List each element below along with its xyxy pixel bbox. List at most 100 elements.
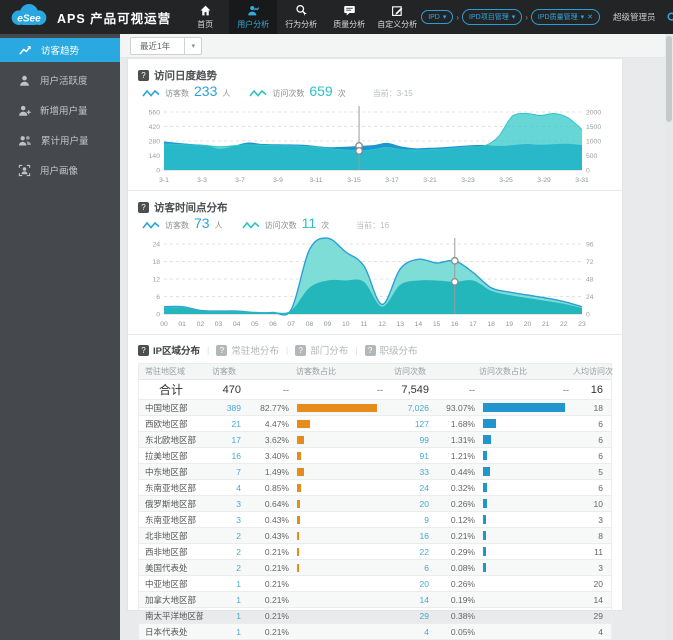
visitors-bar-cell <box>295 483 387 492</box>
scrollbar-thumb[interactable] <box>666 36 672 122</box>
breadcrumb: IPD ▾ › IPD项目管理 ▾ › IPD质量管理 ▾ ✕ <box>421 9 600 25</box>
visits-bar <box>483 563 486 572</box>
visitors-bar-cell <box>295 419 387 428</box>
sidebar-item-visitor-trend[interactable]: 访客趋势 <box>0 38 120 62</box>
visits-cell[interactable]: 14 <box>387 595 433 605</box>
visits-pct-cell: 0.38% <box>450 610 475 621</box>
sidebar-item-new-users[interactable]: 新增用户量 <box>0 98 120 122</box>
tab-4[interactable]: ? 职级分布 <box>364 343 418 357</box>
help-icon[interactable]: ? <box>364 344 376 356</box>
visits-label: 访问次数 <box>264 221 297 230</box>
visitors-cell[interactable]: 1 <box>203 579 245 589</box>
help-icon[interactable]: ? <box>216 344 228 356</box>
visitors-cell[interactable]: 7 <box>203 467 245 477</box>
visits-cell[interactable]: 9 <box>387 515 433 525</box>
chevron-down-icon: ▾ <box>442 14 447 21</box>
custom-analysis-icon <box>391 4 404 17</box>
total-cell: 7,549 <box>401 383 429 396</box>
visits-cell[interactable]: 16 <box>387 531 433 541</box>
breadcrumb-pill[interactable]: IPD质量管理 ▾ ✕ <box>530 9 600 25</box>
visitors-cell[interactable]: 4 <box>203 483 245 493</box>
svg-text:18: 18 <box>487 321 495 328</box>
visitors-cell[interactable]: 1 <box>203 595 245 605</box>
svg-text:3-3: 3-3 <box>197 177 207 184</box>
visits-cell[interactable]: 22 <box>387 547 433 557</box>
help-icon[interactable]: ? <box>138 69 149 81</box>
visits-cell[interactable]: 127 <box>387 419 433 429</box>
visits-cell[interactable]: 7,026 <box>387 403 433 413</box>
visitors-cell[interactable]: 21 <box>203 419 245 429</box>
help-icon[interactable]: ? <box>295 344 307 356</box>
visitors-cell[interactable]: 1 <box>203 611 245 621</box>
svg-text:23: 23 <box>578 321 586 328</box>
visits-cell[interactable]: 91 <box>387 451 433 461</box>
breadcrumb-pill[interactable]: IPD ▾ <box>421 10 454 24</box>
esee-logo-icon: eSee <box>8 3 50 32</box>
nav-item-label: 首页 <box>197 20 214 29</box>
nav-item-behavior-analysis[interactable]: 行为分析 <box>277 0 325 34</box>
visits-cell[interactable]: 99 <box>387 435 433 445</box>
breadcrumb-pill[interactable]: IPD项目管理 ▾ <box>462 9 523 25</box>
visits-cell[interactable]: 24 <box>387 483 433 493</box>
date-range-select[interactable]: 最近1年 ▾ <box>130 36 203 55</box>
svg-text:21: 21 <box>542 321 550 328</box>
table-row: 中东地区部 7 1.49% 33 0.44% 5 <box>139 464 611 480</box>
visits-pct-cell: 1.31% <box>450 434 475 445</box>
visitors-cell[interactable]: 16 <box>203 451 245 461</box>
nav-item-custom-analysis[interactable]: 自定义分析 <box>373 0 421 34</box>
visits-cell[interactable]: 33 <box>387 467 433 477</box>
visits-bar-cell <box>481 483 573 492</box>
visits-pct-cell: 0.05% <box>450 626 475 637</box>
nav-item-home[interactable]: 首页 <box>181 0 229 34</box>
sidebar-item-total-users[interactable]: 累计用户量 <box>0 128 120 152</box>
visits-cell[interactable]: 4 <box>387 627 433 637</box>
close-icon[interactable]: ✕ <box>587 13 593 21</box>
nav-item-user-analysis[interactable]: 用户分析 <box>229 0 278 34</box>
avg-visits-cell: 29 <box>593 610 603 621</box>
nav-item-label: 用户分析 <box>237 20 270 29</box>
hourly-distribution-chart[interactable]: 24 96 18 72 12 48 6 24 0 0 00 01 02 03 04 05 06 07 08 09 10 1… <box>138 235 612 334</box>
visitors-cell[interactable]: 2 <box>203 531 245 541</box>
scrollbar-track[interactable] <box>665 34 673 640</box>
visitors-cell[interactable]: 2 <box>203 547 245 557</box>
visitors-cell[interactable]: 17 <box>203 435 245 445</box>
avg-visits-cell: 8 <box>598 530 603 541</box>
nav-item-quality-analysis[interactable]: 质量分析 <box>325 0 373 34</box>
visitors-cell[interactable]: 1 <box>203 627 245 637</box>
app-title: APS 产品可视运营 <box>57 11 172 26</box>
region-cell: 美国代表处 <box>145 562 188 573</box>
svg-text:3-9: 3-9 <box>273 177 283 184</box>
visits-cell[interactable]: 20 <box>387 579 433 589</box>
nav-item-label: 行为分析 <box>285 20 318 29</box>
visits-bar <box>483 547 486 556</box>
visits-cell[interactable]: 6 <box>387 563 433 573</box>
svg-text:eSee: eSee <box>17 13 41 24</box>
visitors-cell[interactable]: 3 <box>203 499 245 509</box>
visits-unit: 次 <box>321 221 330 230</box>
visitors-cell[interactable]: 2 <box>203 563 245 573</box>
visits-bar <box>483 403 565 412</box>
visitors-bar <box>297 547 299 556</box>
sidebar-item-label: 访客趋势 <box>41 46 80 57</box>
chevron-down-icon: ▾ <box>580 14 585 21</box>
visitors-zigzag-icon <box>142 89 160 97</box>
svg-text:3-25: 3-25 <box>499 177 513 184</box>
header-right: IPD ▾ › IPD项目管理 ▾ › IPD质量管理 ▾ ✕ 超级管理员 <box>421 9 673 25</box>
visitors-cell[interactable]: 389 <box>203 403 245 413</box>
help-icon[interactable]: ? <box>138 201 149 213</box>
visitors-cell[interactable]: 3 <box>203 515 245 525</box>
visits-cell[interactable]: 20 <box>387 499 433 509</box>
region-cell: 日本代表处 <box>145 626 188 637</box>
sidebar-item-user-activity[interactable]: 用户活跃度 <box>0 68 120 92</box>
daily-trend-chart[interactable]: 560 2000 420 1500 280 1000 140 500 0 0 3-1 3-3 3-7 3-… <box>138 103 612 190</box>
table-row: 北非地区部 2 0.43% 16 0.21% 8 <box>139 528 611 544</box>
visits-cell[interactable]: 29 <box>387 611 433 621</box>
help-icon[interactable]: ? <box>138 344 149 356</box>
tab-3[interactable]: ? 部门分布 <box>295 343 348 357</box>
tab-2[interactable]: ? 常驻地分布 <box>216 343 279 357</box>
search-icon[interactable] <box>664 9 673 25</box>
svg-text:0: 0 <box>586 311 590 318</box>
tab-1[interactable]: ? IP区域分布 <box>138 343 200 357</box>
sidebar-item-user-portrait[interactable]: 用户画像 <box>0 158 120 182</box>
column-header-4: 访问次数 <box>394 367 426 376</box>
